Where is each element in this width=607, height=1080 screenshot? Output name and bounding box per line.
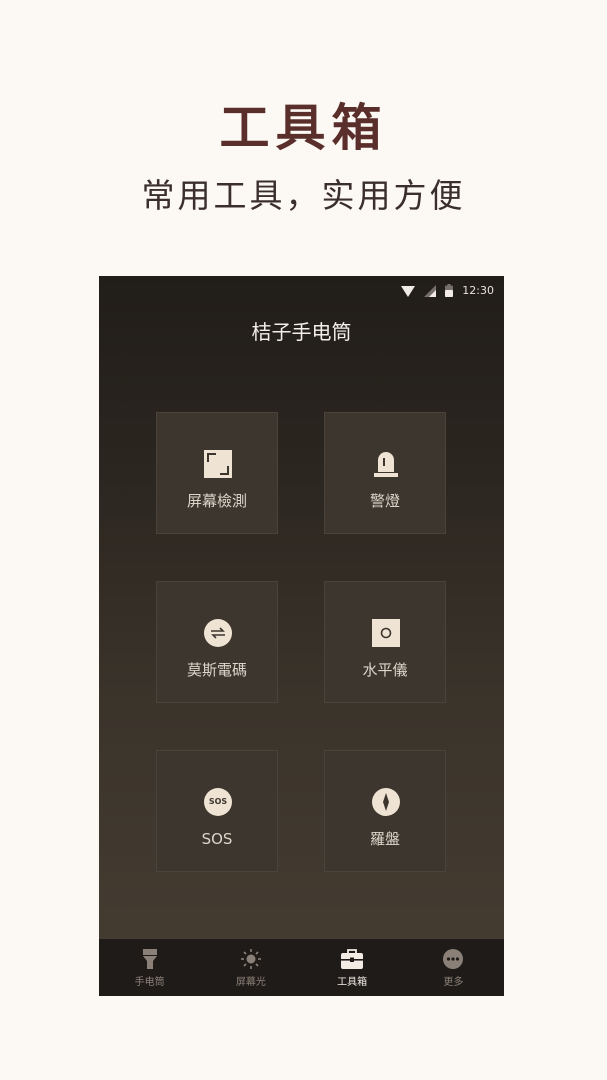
tool-alarm-light[interactable]: 警燈 — [324, 412, 446, 534]
tool-label: SOS — [201, 830, 233, 848]
tool-label: 警燈 — [369, 492, 400, 510]
tool-level[interactable]: 水平儀 — [324, 581, 446, 703]
nav-label: 更多 — [443, 977, 464, 988]
tool-compass[interactable]: 羅盤 — [324, 750, 446, 872]
nav-label: 手电筒 — [134, 977, 165, 988]
tool-screen-test[interactable]: 屏幕檢測 — [156, 412, 278, 534]
bottom-nav: 手电筒 屏幕光 工具箱 更多 — [99, 939, 504, 996]
morse-code-icon — [203, 618, 233, 648]
nav-item-toolbox[interactable]: 工具箱 — [302, 939, 403, 996]
tool-sos[interactable]: SOS SOS — [156, 750, 278, 872]
sos-icon: SOS — [203, 787, 233, 817]
more-icon — [442, 948, 464, 970]
status-time: 12:30 — [462, 284, 494, 297]
battery-icon — [445, 282, 454, 301]
tool-label: 羅盤 — [369, 830, 400, 848]
tool-label: 水平儀 — [362, 661, 408, 679]
promo-title: 工具箱 — [219, 99, 388, 157]
promo-subtitle: 常用工具，实用方便 — [141, 176, 466, 215]
alarm-light-icon — [371, 449, 401, 479]
sos-icon-text: SOS — [208, 797, 228, 806]
wifi-icon — [401, 282, 416, 301]
nav-item-more[interactable]: 更多 — [403, 939, 504, 996]
app-title: 桔子手电筒 — [251, 320, 352, 344]
level-icon — [371, 618, 401, 648]
tool-label: 莫斯電碼 — [186, 661, 247, 679]
phone-screen: 12:30 桔子手电筒 屏幕檢測 警燈 莫斯電碼 水平儀 SOS SOS 羅盤 … — [99, 276, 504, 996]
sun-icon — [240, 948, 262, 970]
nav-label: 工具箱 — [337, 977, 368, 988]
nav-item-flashlight[interactable]: 手电筒 — [99, 939, 200, 996]
nav-label: 屏幕光 — [235, 977, 266, 988]
nav-item-screen-light[interactable]: 屏幕光 — [200, 939, 301, 996]
toolbox-icon — [341, 948, 364, 970]
compass-icon — [371, 787, 401, 817]
screen-test-icon — [203, 449, 233, 479]
flashlight-icon — [139, 948, 161, 970]
status-bar: 12:30 — [99, 276, 504, 306]
tool-morse-code[interactable]: 莫斯電碼 — [156, 581, 278, 703]
signal-icon — [424, 282, 437, 301]
tool-label: 屏幕檢測 — [186, 492, 247, 510]
